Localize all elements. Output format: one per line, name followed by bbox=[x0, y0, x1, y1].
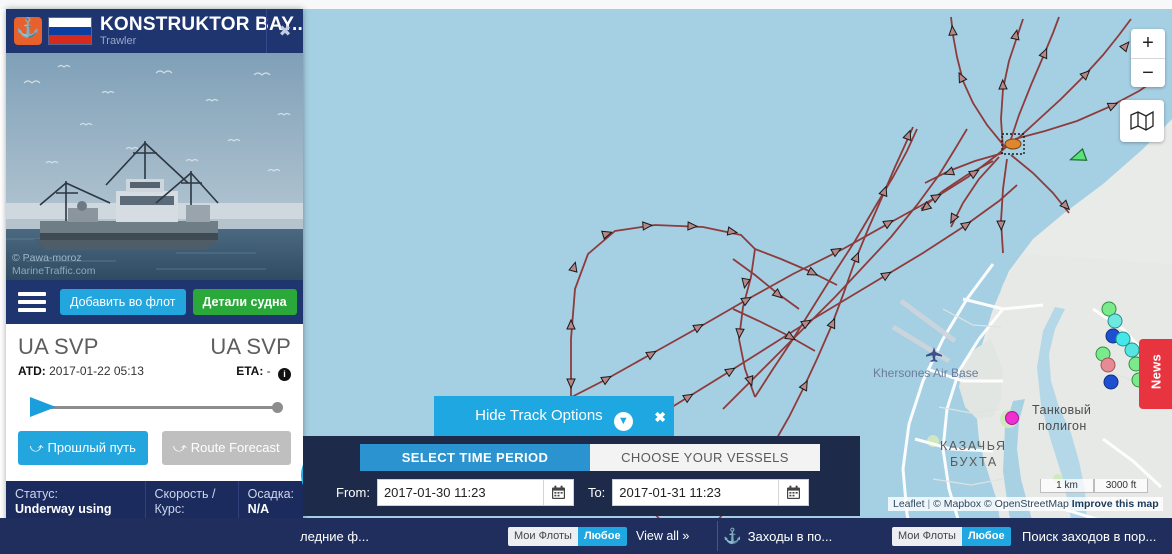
to-calendar-icon[interactable] bbox=[778, 480, 808, 505]
attrib-separator: | bbox=[924, 498, 934, 510]
chevron-down-icon: ▼ bbox=[613, 412, 633, 431]
vessel-action-bar: Добавить во флот Детали судна bbox=[6, 280, 303, 324]
anchor-icon: ⚓ bbox=[723, 528, 742, 545]
info-icon[interactable]: i bbox=[278, 368, 291, 381]
view-all-link[interactable]: View all » bbox=[636, 518, 689, 554]
vessel-photo: © Pawa-moroz MarineTraffic.com bbox=[6, 53, 303, 280]
stat-status-label: Статус: bbox=[15, 487, 58, 501]
map-label-khersones-air-base: Khersones Air Base bbox=[873, 366, 979, 380]
progress-end-dot bbox=[272, 402, 283, 413]
eta-row: ETA: - i bbox=[236, 364, 291, 381]
track-options-tabs: SELECT TIME PERIOD CHOOSE YOUR VESSELS bbox=[360, 444, 820, 471]
from-calendar-icon[interactable] bbox=[542, 480, 573, 505]
toggle-my-fleets-label[interactable]: Мои Флоты bbox=[508, 526, 578, 546]
eta-label: ETA: bbox=[236, 364, 264, 378]
bottom-right-section: ⚓ Заходы в по... bbox=[723, 518, 832, 554]
map-attribution: Leaflet | © Mapbox © OpenStreetMap Impro… bbox=[888, 497, 1163, 511]
bottom-right-text: Заходы в по... bbox=[747, 528, 833, 544]
track-options-close-icon[interactable]: ✖ bbox=[654, 397, 666, 437]
view-all-label: View all » bbox=[636, 529, 690, 543]
atd-value: 2017-01-22 05:13 bbox=[49, 364, 144, 378]
russia-flag-icon bbox=[49, 18, 91, 44]
tab-choose-your-vessels[interactable]: CHOOSE YOUR VESSELS bbox=[590, 444, 820, 471]
bottom-left-toggle-group[interactable]: Мои Флоты Любое bbox=[508, 518, 627, 554]
toggle-my-fleets-label-right[interactable]: Мои Флоты bbox=[892, 526, 962, 546]
stat-draught-value: N/A bbox=[247, 502, 270, 516]
bottom-right-toggle-group[interactable]: Мои Флоты Любое bbox=[892, 518, 1011, 554]
bottom-left-section: ледние ф... bbox=[300, 518, 369, 554]
route-forecast-button[interactable]: ⤻ Route Forecast bbox=[161, 431, 291, 465]
stat-draught-label: Осадка: bbox=[247, 487, 294, 501]
map-label-tankovyy: Танковый bbox=[1032, 403, 1092, 417]
my-fleets-toggle-left[interactable]: Мои Флоты Любое bbox=[508, 526, 627, 546]
bottom-left-text: ледние ф... bbox=[300, 528, 369, 544]
port-calls-search-label: Поиск заходов в пор... bbox=[1022, 528, 1157, 544]
from-date-input[interactable] bbox=[377, 485, 543, 500]
news-tab[interactable]: News bbox=[1139, 339, 1172, 409]
attrib-osm[interactable]: © OpenStreetMap bbox=[984, 498, 1069, 510]
calendar-icon bbox=[551, 485, 565, 499]
add-to-fleet-button[interactable]: Добавить во флот bbox=[60, 289, 186, 315]
map-layers-button[interactable] bbox=[1120, 100, 1164, 142]
to-label: To: bbox=[587, 485, 606, 500]
map-label-poligon: полигон bbox=[1038, 419, 1087, 433]
toggle-any-label[interactable]: Любое bbox=[577, 526, 627, 546]
to-date-input[interactable] bbox=[613, 485, 779, 500]
hide-track-options-label: Hide Track Options bbox=[475, 407, 603, 424]
vessel-anchor-icon bbox=[14, 16, 42, 45]
from-label: From: bbox=[336, 485, 370, 500]
departure-port: UA SVP bbox=[18, 334, 99, 359]
arrival-port: UA SVP bbox=[210, 334, 291, 359]
scale-metric: 1 km bbox=[1040, 479, 1094, 493]
zoom-out-button[interactable]: − bbox=[1131, 58, 1165, 87]
attrib-improve-link[interactable]: Improve this map bbox=[1072, 498, 1159, 510]
progress-arrow-icon bbox=[30, 397, 56, 417]
map-zoom-controls[interactable]: + − bbox=[1131, 29, 1165, 87]
map-label-kazachya: КАЗАЧЬЯ bbox=[940, 439, 1007, 453]
eta-value: - bbox=[266, 364, 271, 378]
atd-row: ATD: 2017-01-22 05:13 bbox=[18, 364, 144, 381]
route-forecast-label: Route Forecast bbox=[190, 440, 280, 455]
from-date-field[interactable] bbox=[376, 479, 574, 506]
vessel-panel-header: KONSTRUKTOR BAY... Trawler ✖ bbox=[6, 9, 303, 53]
bottom-bar: ледние ф... Мои Флоты Любое View all » ⚓… bbox=[0, 518, 1172, 554]
track-buttons: ⤻ Прошлый путь ⤻ Route Forecast bbox=[6, 417, 303, 481]
photo-credit: © Pawa-moroz bbox=[12, 252, 82, 264]
hide-track-options-button[interactable]: Hide Track Options ▼ ✖ bbox=[434, 396, 674, 436]
port-calls-search[interactable]: Поиск заходов в пор... bbox=[1022, 518, 1156, 554]
forecast-icon: ⤻ bbox=[172, 440, 187, 455]
calendar-icon bbox=[787, 485, 801, 499]
vessel-info-panel: KONSTRUKTOR BAY... Trawler ✖ bbox=[6, 9, 303, 554]
progress-line bbox=[48, 406, 275, 409]
stat-speed-label: Скорость / Курс: bbox=[154, 487, 216, 516]
track-icon: ⤻ bbox=[29, 440, 44, 455]
to-date-field[interactable] bbox=[612, 479, 810, 506]
atd-label: ATD: bbox=[18, 364, 46, 378]
vessel-details-button[interactable]: Детали судна bbox=[192, 289, 297, 315]
voyage-progress-bar bbox=[20, 397, 289, 417]
photo-source: MarineTraffic.com bbox=[12, 265, 96, 277]
my-fleets-toggle-right[interactable]: Мои Флоты Любое bbox=[892, 526, 1011, 546]
vessel-photo-image bbox=[6, 53, 303, 280]
attrib-mapbox[interactable]: © Mapbox bbox=[933, 498, 981, 510]
zoom-in-button[interactable]: + bbox=[1131, 29, 1165, 58]
past-track-button[interactable]: ⤻ Прошлый путь bbox=[18, 431, 148, 465]
map-label-bukhta: БУХТА bbox=[950, 455, 998, 469]
past-track-label: Прошлый путь bbox=[47, 440, 136, 455]
news-tab-label: News bbox=[1148, 353, 1164, 390]
tab-select-time-period[interactable]: SELECT TIME PERIOD bbox=[360, 444, 590, 471]
attrib-leaflet[interactable]: Leaflet bbox=[893, 498, 925, 510]
browser-top-strip bbox=[0, 0, 1172, 9]
menu-icon[interactable] bbox=[18, 292, 46, 312]
date-range-row: From: To: bbox=[336, 479, 810, 506]
scale-imperial: 3000 ft bbox=[1094, 479, 1148, 493]
close-icon[interactable]: ✖ bbox=[266, 9, 303, 53]
voyage-section: UA SVP UA SVP ATD: 2017-01-22 05:13 ETA:… bbox=[6, 324, 303, 417]
toggle-any-label-right[interactable]: Любое bbox=[961, 526, 1011, 546]
layers-icon bbox=[1130, 110, 1154, 131]
map-scale: 1 km 3000 ft bbox=[1040, 479, 1148, 493]
